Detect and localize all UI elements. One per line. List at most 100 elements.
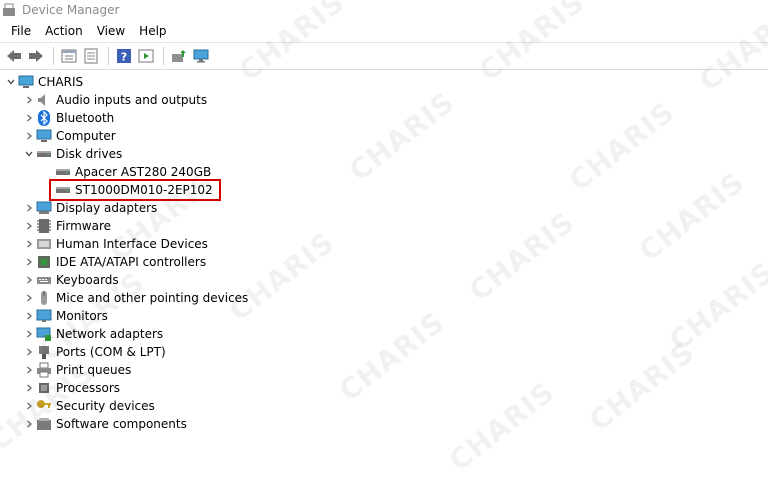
tree-item-label: Display adapters (56, 201, 158, 215)
menu-view[interactable]: View (90, 20, 132, 42)
toolbar-separator (163, 47, 164, 65)
chevron-right-icon[interactable] (22, 361, 36, 379)
tree-item-computer[interactable]: Computer (0, 127, 768, 145)
tree-item-monitors[interactable]: Monitors (0, 307, 768, 325)
tree-root-charis[interactable]: CHARIS (0, 73, 768, 91)
mouse-icon (41, 291, 47, 305)
device-icon (18, 74, 34, 90)
help-button[interactable]: ? (114, 46, 134, 66)
chevron-right-icon[interactable] (22, 109, 36, 127)
tree-item-label: Software components (56, 417, 187, 431)
menu-bar: File Action View Help (0, 20, 768, 42)
tree-item-human-interface-devices[interactable]: Human Interface Devices (0, 235, 768, 253)
device-tree: CHARIS Audio inputs and outputs Bluetooth C… (0, 73, 768, 433)
device-icon (36, 236, 52, 252)
chevron-right-icon[interactable] (22, 415, 36, 433)
chevron-right-icon[interactable] (22, 235, 36, 253)
device-icon (36, 272, 52, 288)
scan-hardware-button[interactable] (191, 46, 211, 66)
device-icon (36, 290, 52, 306)
properties-button[interactable] (81, 46, 101, 66)
tree-item-label: Mice and other pointing devices (56, 291, 249, 305)
device-icon (36, 380, 52, 396)
device-icon (36, 128, 52, 144)
back-button[interactable] (4, 46, 24, 66)
device-icon (36, 218, 52, 234)
device-manager-app-icon (2, 3, 16, 17)
tree-item-ports-com-lpt[interactable]: Ports (COM & LPT) (0, 343, 768, 361)
tree-item-print-queues[interactable]: Print queues (0, 361, 768, 379)
chevron-right-icon[interactable] (22, 325, 36, 343)
tree-item-keyboards[interactable]: Keyboards (0, 271, 768, 289)
processor-icon (39, 383, 49, 393)
ide-controller-icon (38, 256, 50, 268)
port-icon (39, 346, 49, 359)
tree-item-label: ST1000DM010-2EP102 (75, 183, 213, 197)
device-icon (36, 398, 52, 414)
security-key-icon (37, 400, 51, 408)
bluetooth-icon (38, 110, 50, 126)
chevron-right-icon[interactable] (22, 271, 36, 289)
tree-item-label: Processors (56, 381, 121, 395)
chevron-right-icon[interactable] (22, 397, 36, 415)
tree-item-ide-ata-atapi-controllers[interactable]: IDE ATA/ATAPI controllers (0, 253, 768, 271)
network-icon (36, 327, 51, 341)
tree-item-processors[interactable]: Processors (0, 379, 768, 397)
tree-item-label: Computer (56, 129, 116, 143)
run-icon (138, 49, 154, 63)
tree-item-label: IDE ATA/ATAPI controllers (56, 255, 207, 269)
title-bar: Device Manager (0, 0, 768, 20)
chevron-right-icon[interactable] (22, 307, 36, 325)
tree-item-label: Human Interface Devices (56, 237, 208, 251)
firmware-icon (37, 219, 51, 233)
tree-item-label: Disk drives (56, 147, 123, 161)
chevron-down-icon[interactable] (4, 73, 18, 91)
update-driver-button[interactable] (169, 46, 189, 66)
tree-item-security-devices[interactable]: Security devices (0, 397, 768, 415)
menu-file[interactable]: File (4, 20, 38, 42)
chevron-right-icon[interactable] (22, 289, 36, 307)
device-icon (55, 164, 71, 180)
tree-item-label: Bluetooth (56, 111, 115, 125)
action-button[interactable] (136, 46, 156, 66)
forward-button[interactable] (26, 46, 46, 66)
device-icon (36, 416, 52, 432)
chevron-down-icon[interactable] (22, 145, 36, 163)
device-icon (36, 326, 52, 342)
chevron-right-icon[interactable] (22, 217, 36, 235)
tree-item-st1000dm010-2ep102[interactable]: ST1000DM010-2EP102 (0, 179, 768, 201)
chevron-right-icon[interactable] (22, 91, 36, 109)
chevron-right-icon[interactable] (22, 127, 36, 145)
device-icon (36, 308, 52, 324)
tree-item-label: Keyboards (56, 273, 119, 287)
back-arrow-icon (7, 50, 21, 62)
tree-item-software-components[interactable]: Software components (0, 415, 768, 433)
tree-item-network-adapters[interactable]: Network adapters (0, 325, 768, 343)
update-driver-icon (172, 50, 186, 62)
menu-action[interactable]: Action (38, 20, 90, 42)
chevron-right-icon[interactable] (22, 343, 36, 361)
tree-item-firmware[interactable]: Firmware (0, 217, 768, 235)
keyboard-icon (37, 277, 51, 284)
chevron-right-icon[interactable] (22, 379, 36, 397)
chevron-right-icon[interactable] (22, 253, 36, 271)
tree-item-disk-drives[interactable]: Disk drives (0, 145, 768, 163)
disk-drive-icon (56, 187, 70, 193)
device-icon (55, 182, 71, 198)
computer-icon (18, 75, 34, 88)
tree-item-audio-inputs-and-outputs[interactable]: Audio inputs and outputs (0, 91, 768, 109)
show-hide-tree-button[interactable] (59, 46, 79, 66)
tree-item-label: Monitors (56, 309, 108, 323)
highlight-box: ST1000DM010-2EP102 (49, 179, 221, 201)
menu-help[interactable]: Help (132, 20, 173, 42)
tree-item-mice-and-other-pointing-devices[interactable]: Mice and other pointing devices (0, 289, 768, 307)
tree-item-bluetooth[interactable]: Bluetooth (0, 109, 768, 127)
tree-item-display-adapters[interactable]: Display adapters (0, 199, 768, 217)
forward-arrow-icon (29, 50, 43, 62)
speaker-icon (38, 94, 45, 106)
disk-drive-icon (37, 151, 51, 157)
monitor-icon (36, 309, 52, 322)
scan-monitor-icon (193, 49, 209, 63)
chevron-right-icon[interactable] (22, 199, 36, 217)
tree-item-label: Audio inputs and outputs (56, 93, 208, 107)
